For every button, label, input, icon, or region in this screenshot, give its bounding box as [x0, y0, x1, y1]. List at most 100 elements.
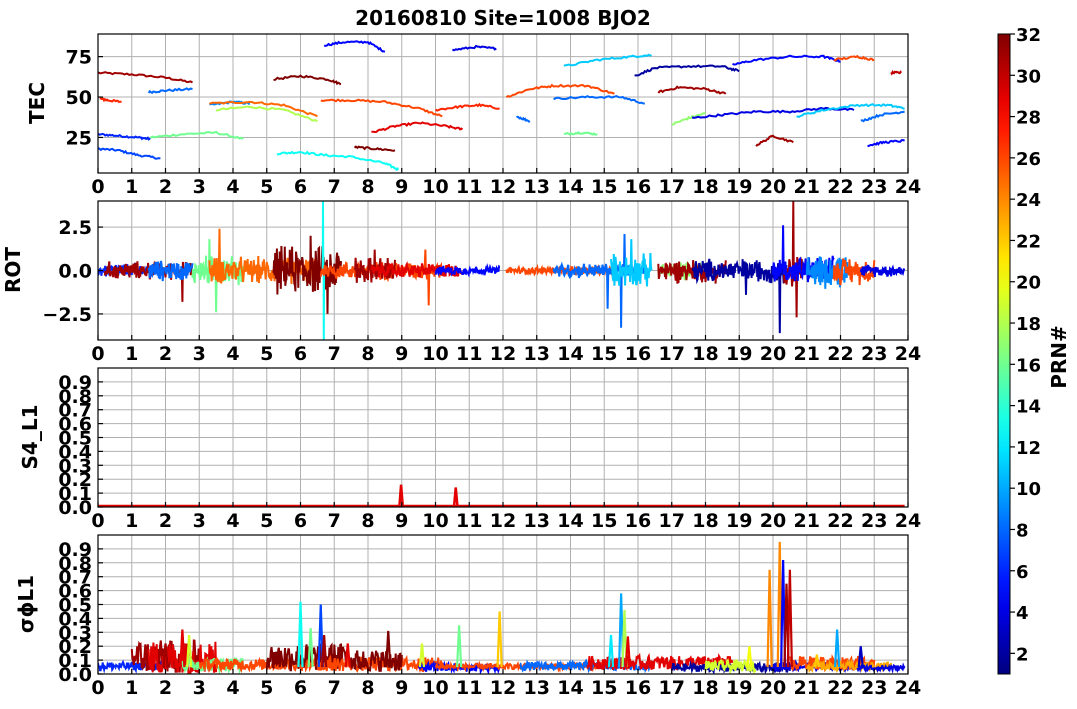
- x-tick-label: 11: [456, 677, 482, 699]
- y-axis: 0.00.10.20.30.40.50.60.70.80.9: [58, 372, 103, 519]
- x-tick-label: 10: [422, 677, 448, 699]
- y-axis-label: TEC: [25, 82, 49, 124]
- series-prn-29: [371, 121, 464, 134]
- x-tick-label: 5: [260, 510, 273, 532]
- x-tick-label: 17: [659, 510, 685, 532]
- x-tick-label: 1: [125, 510, 138, 532]
- colorbar-tick-label: 10: [1016, 479, 1041, 500]
- x-tick-label: 12: [490, 677, 516, 699]
- x-tick-label: 12: [490, 510, 516, 532]
- colorbar-tick-label: 20: [1016, 273, 1041, 294]
- y-axis-label: ROT: [1, 247, 25, 293]
- y-tick-label: 0.0: [58, 261, 92, 283]
- plot-area: [98, 484, 905, 507]
- x-tick-label: 14: [557, 677, 583, 699]
- x-tick-label: 21: [794, 343, 820, 365]
- x-tick-label: 0: [91, 510, 104, 532]
- chart-title: 20160810 Site=1008 BJO2: [355, 6, 651, 30]
- x-tick-label: 16: [625, 510, 651, 532]
- x-tick-label: 19: [726, 677, 752, 699]
- series-prn-31: [657, 85, 727, 95]
- x-tick-label: 15: [591, 510, 617, 532]
- series-prn-4: [452, 44, 497, 52]
- x-tick-label: 20: [760, 176, 786, 198]
- series-prn-32: [273, 74, 342, 86]
- x-tick-label: 8: [361, 343, 374, 365]
- x-tick-label: 19: [726, 343, 752, 365]
- series-prn-16: [149, 130, 244, 140]
- x-tick-label: 4: [226, 677, 239, 699]
- x-tick-label: 14: [557, 510, 583, 532]
- panel-rot: 0 1 2 3 4 5 6 7 8 9 10 11 12 13 14 15 16 17 18 19 20 21 22 23 24…: [1, 200, 921, 365]
- x-tick-label: 6: [294, 343, 307, 365]
- x-tick-label: 21: [794, 176, 820, 198]
- x-tick-label: 4: [226, 343, 239, 365]
- colorbar-tick-label: 8: [1016, 520, 1029, 541]
- y-axis-label: σϕL1: [14, 575, 38, 633]
- x-tick-label: 5: [260, 343, 273, 365]
- x-tick-label: 18: [692, 510, 718, 532]
- x-tick-label: 23: [861, 677, 887, 699]
- series-prn-32: [272, 235, 342, 314]
- series-prn-30: [890, 69, 903, 76]
- y-tick-label: 0.9: [58, 539, 92, 561]
- peak-prn-30: [786, 569, 793, 668]
- x-tick-label: 22: [827, 510, 853, 532]
- x-tick-label: 3: [193, 677, 206, 699]
- colorbar-tick-label: 32: [1016, 25, 1041, 46]
- x-tick-label: 9: [395, 176, 408, 198]
- x-tick-label: 19: [726, 176, 752, 198]
- x-tick-label: 12: [490, 343, 516, 365]
- series-prn-6: [98, 132, 151, 141]
- x-tick-label: 23: [861, 510, 887, 532]
- x-tick-label: 22: [827, 343, 853, 365]
- x-tick-label: 9: [395, 510, 408, 532]
- series-prn-26: [320, 98, 443, 118]
- series-prn-11: [610, 239, 653, 287]
- x-tick-label: 6: [294, 176, 307, 198]
- x-tick-label: 6: [294, 677, 307, 699]
- x-tick-label: 9: [395, 677, 408, 699]
- x-tick-label: 16: [625, 176, 651, 198]
- x-tick-label: 16: [625, 677, 651, 699]
- x-tick-label: 10: [422, 176, 448, 198]
- x-tick-label: 19: [726, 510, 752, 532]
- x-tick-label: 24: [895, 343, 921, 365]
- x-tick-label: 2: [159, 677, 172, 699]
- figure: 20160810 Site=1008 BJO2 0 1 2 3 4 5 6 7 8 9 10 11 12…: [1, 6, 1071, 699]
- x-tick-label: 13: [524, 510, 550, 532]
- x-tick-label: 0: [91, 343, 104, 365]
- x-tick-label: 12: [490, 176, 516, 198]
- series-prn-31: [98, 71, 194, 84]
- x-tick-label: 1: [125, 343, 138, 365]
- x-tick-label: 17: [659, 343, 685, 365]
- x-tick-label: 23: [861, 176, 887, 198]
- x-tick-label: 13: [524, 176, 550, 198]
- colorbar-tick-label: 26: [1016, 149, 1041, 170]
- x-tick-label: 2: [159, 176, 172, 198]
- x-tick-label: 6: [294, 510, 307, 532]
- y-axis: 0.00.10.20.30.40.50.60.70.80.9: [58, 539, 103, 686]
- x-tick-label: 13: [524, 677, 550, 699]
- series-prn-2: [634, 64, 740, 77]
- x-tick-label: 17: [659, 176, 685, 198]
- panels: 0 1 2 3 4 5 6 7 8 9 10 11 12 13 14 15 16 17 18 19 20 21 22 23 24…: [1, 33, 921, 699]
- x-tick-label: 8: [361, 510, 374, 532]
- x-tick-label: 24: [895, 176, 921, 198]
- series-prn-5: [867, 139, 905, 148]
- x-tick-label: 3: [193, 176, 206, 198]
- y-tick-label: 75: [66, 47, 92, 69]
- series-prn-13: [276, 150, 400, 172]
- series-prn-25: [208, 228, 319, 284]
- y-tick-label: −2.5: [42, 304, 92, 326]
- x-tick-label: 11: [456, 510, 482, 532]
- x-tick-label: 22: [827, 677, 853, 699]
- x-tick-label: 15: [591, 343, 617, 365]
- x-tick-label: 5: [260, 176, 273, 198]
- grid: [97, 368, 909, 508]
- peak-prn-22: [496, 611, 503, 668]
- colorbar-label: PRN#: [1047, 325, 1071, 389]
- x-tick-label: 15: [591, 677, 617, 699]
- x-tick-label: 8: [361, 176, 374, 198]
- x-tick-label: 20: [760, 343, 786, 365]
